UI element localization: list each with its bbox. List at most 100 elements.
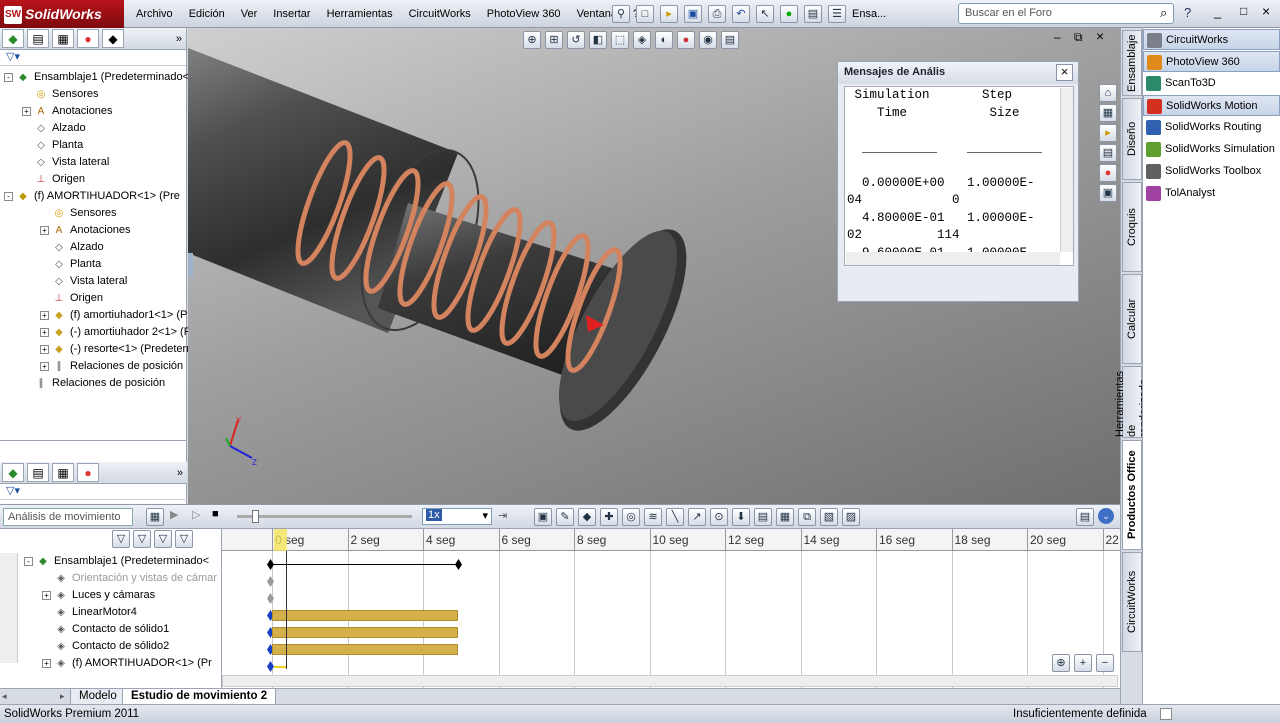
property-manager-tab-icon[interactable]: ▤ xyxy=(27,463,49,482)
hide-show-icon[interactable]: ◐ xyxy=(655,31,673,49)
log-horizontal-scrollbar[interactable] xyxy=(846,252,1060,265)
configuration-tab-icon[interactable]: ▦ xyxy=(52,29,74,48)
play-from-start-icon[interactable]: ▶ xyxy=(170,508,178,521)
viewport-minimize-icon[interactable]: – xyxy=(1054,30,1061,44)
undo-icon[interactable]: ↶ xyxy=(732,5,750,23)
expander-icon[interactable]: + xyxy=(42,658,51,668)
section-view-icon[interactable]: ◧ xyxy=(589,31,607,49)
filter-results-icon[interactable]: ▽ xyxy=(175,530,193,548)
expander-icon[interactable]: + xyxy=(40,344,49,354)
status-icon[interactable] xyxy=(1160,708,1172,720)
gravity-icon[interactable]: ⬇ xyxy=(732,508,750,526)
minimize-icon[interactable]: _ xyxy=(1214,4,1221,19)
study-type-select[interactable]: Análisis de movimiento xyxy=(3,508,133,526)
feature-tree-tab-icon[interactable]: ◆ xyxy=(2,463,24,482)
addin-solidworks-simulation[interactable]: SolidWorks Simulation xyxy=(1143,139,1280,160)
panel-splitter-handle[interactable] xyxy=(188,253,193,277)
display-tab-icon[interactable]: ◆ xyxy=(102,29,124,48)
tab-model[interactable]: Modelo xyxy=(70,689,126,705)
display-style-icon[interactable]: ◈ xyxy=(633,31,651,49)
view-orientation-icon[interactable]: ⬚ xyxy=(611,31,629,49)
collapse-motion-manager-icon[interactable]: ⌄ xyxy=(1098,508,1114,524)
addin-tolanalyst[interactable]: TolAnalyst xyxy=(1143,183,1280,204)
calculate-icon[interactable]: ▦ xyxy=(146,508,164,526)
filter-icon[interactable]: ▽▾ xyxy=(0,484,187,500)
filter-driving-icon[interactable]: ▨ xyxy=(842,508,860,526)
tree-item[interactable]: - ◆ (f) AMORTIHUADOR<1> (Pre xyxy=(0,188,186,205)
expander-icon[interactable]: - xyxy=(4,72,13,82)
motion-tree-item[interactable]: + ◈ Luces y cámaras xyxy=(6,587,220,604)
zoom-area-icon[interactable]: ⊞ xyxy=(545,31,563,49)
tree-item[interactable]: ∥ Relaciones de posición xyxy=(0,375,186,392)
tree-item[interactable]: ◎ Sensores xyxy=(0,86,186,103)
playback-slider[interactable] xyxy=(237,515,412,518)
play-icon[interactable]: ▷ xyxy=(192,508,200,521)
motion-tree-item[interactable]: ◈ Contacto de sólido1 xyxy=(6,621,220,638)
new-document-icon[interactable]: □ xyxy=(636,5,654,23)
dialog-close-icon[interactable]: × xyxy=(1056,64,1073,81)
addin-solidworks-routing[interactable]: SolidWorks Routing xyxy=(1143,117,1280,138)
vtab-circuitworks[interactable]: CircuitWorks xyxy=(1122,552,1142,652)
timeline-scrollbar[interactable] xyxy=(222,675,1118,687)
playback-slider-thumb[interactable] xyxy=(252,510,259,523)
animation-wizard-icon[interactable]: ✎ xyxy=(556,508,574,526)
tree-item[interactable]: + ∥ Relaciones de posición xyxy=(0,358,186,375)
file-explorer-icon[interactable]: ▸ xyxy=(1099,124,1117,142)
vtab-croquis[interactable]: Croquis xyxy=(1122,182,1142,272)
view-settings-icon[interactable]: ▤ xyxy=(721,31,739,49)
end-key-icon[interactable] xyxy=(455,559,462,570)
addin-solidworks-motion[interactable]: SolidWorks Motion xyxy=(1143,95,1280,116)
menu-herramientas[interactable]: Herramientas xyxy=(319,8,401,20)
tree-item[interactable]: + ◆ (-) resorte<1> (Predeterm xyxy=(0,341,195,358)
open-icon[interactable]: ▸ xyxy=(660,5,678,23)
contact-icon[interactable]: ⊙ xyxy=(710,508,728,526)
add-key-icon[interactable]: ✚ xyxy=(600,508,618,526)
tree-item[interactable]: ◇ Alzado xyxy=(0,120,186,137)
vtab-ensamblaje[interactable]: Ensamblaje xyxy=(1122,30,1142,96)
motion-tree-item[interactable]: - ◆ Ensamblaje1 (Predeterminado< xyxy=(6,553,220,570)
stop-icon[interactable]: ■ xyxy=(212,508,219,520)
appearance-icon[interactable]: ● xyxy=(677,31,695,49)
appearances-icon[interactable]: ● xyxy=(1099,164,1117,182)
tree-item[interactable]: ◇ Vista lateral xyxy=(0,154,186,171)
viewport-close-icon[interactable]: × xyxy=(1096,28,1104,44)
help-icon[interactable]: ? xyxy=(1184,5,1191,20)
tab-scroll-left-icon[interactable]: ◂ xyxy=(2,691,7,702)
filter-animated-icon[interactable]: ▧ xyxy=(820,508,838,526)
configuration-tab-icon[interactable]: ▦ xyxy=(52,463,74,482)
viewport-restore-icon[interactable]: ⧉ xyxy=(1074,30,1083,45)
tree-item[interactable]: + ◆ (f) amortiuhador1<1> (Pr xyxy=(0,307,191,324)
tree-item[interactable]: ⊥ Origen xyxy=(0,171,186,188)
scene-icon[interactable]: ◉ xyxy=(699,31,717,49)
spring-icon[interactable]: ≋ xyxy=(644,508,662,526)
addin-solidworks-toolbox[interactable]: SolidWorks Toolbox xyxy=(1143,161,1280,182)
addin-photoview-360[interactable]: PhotoView 360 xyxy=(1143,51,1280,72)
zoom-in-icon[interactable]: + xyxy=(1074,654,1092,672)
motion-tree-scrollbar[interactable] xyxy=(0,553,18,663)
motion-tree-item[interactable]: + ◈ (f) AMORTIHUADOR<1> (Pr xyxy=(6,655,220,672)
playback-mode-icon[interactable]: ⇥ xyxy=(498,509,507,522)
design-library-icon[interactable]: ▦ xyxy=(1099,104,1117,122)
expander-icon[interactable]: + xyxy=(40,361,49,371)
tree-item[interactable]: ◇ Planta xyxy=(0,256,186,273)
addin-scanto3d[interactable]: ScanTo3D xyxy=(1143,73,1280,94)
expander-icon[interactable]: - xyxy=(4,191,13,201)
tree-item[interactable]: ◇ Alzado xyxy=(0,239,186,256)
menu-archivo[interactable]: Archivo xyxy=(128,8,181,20)
appearance-tab-icon[interactable]: ● xyxy=(77,463,99,482)
time-bar-handle[interactable] xyxy=(274,529,287,551)
motion-tree-item[interactable]: ◈ Orientación y vistas de cámar xyxy=(6,570,220,587)
filter-icon[interactable]: ▽▾ xyxy=(0,50,186,66)
results-icon[interactable]: ▤ xyxy=(754,508,772,526)
timeline[interactable]: 0 seg 2 seg 4 seg 6 seg 8 seg 10 seg 12 seg 14 … xyxy=(222,529,1120,691)
tree-item[interactable]: + A Anotaciones xyxy=(0,103,186,120)
addin-circuitworks[interactable]: CircuitWorks xyxy=(1143,29,1280,50)
expander-icon[interactable]: - xyxy=(24,556,33,566)
autokey-icon[interactable]: ◆ xyxy=(578,508,596,526)
maximize-icon[interactable]: □ xyxy=(1240,4,1247,18)
motion-tree-item[interactable]: ◈ Contacto de sólido2 xyxy=(6,638,220,655)
motion-tree-item[interactable]: ◈ LinearMotor4 xyxy=(6,604,220,621)
tree-item[interactable]: + ◆ (-) amortiuhador 2<1> (Pr xyxy=(0,324,195,341)
expander-icon[interactable]: + xyxy=(40,225,49,235)
expander-icon[interactable]: + xyxy=(42,590,51,600)
